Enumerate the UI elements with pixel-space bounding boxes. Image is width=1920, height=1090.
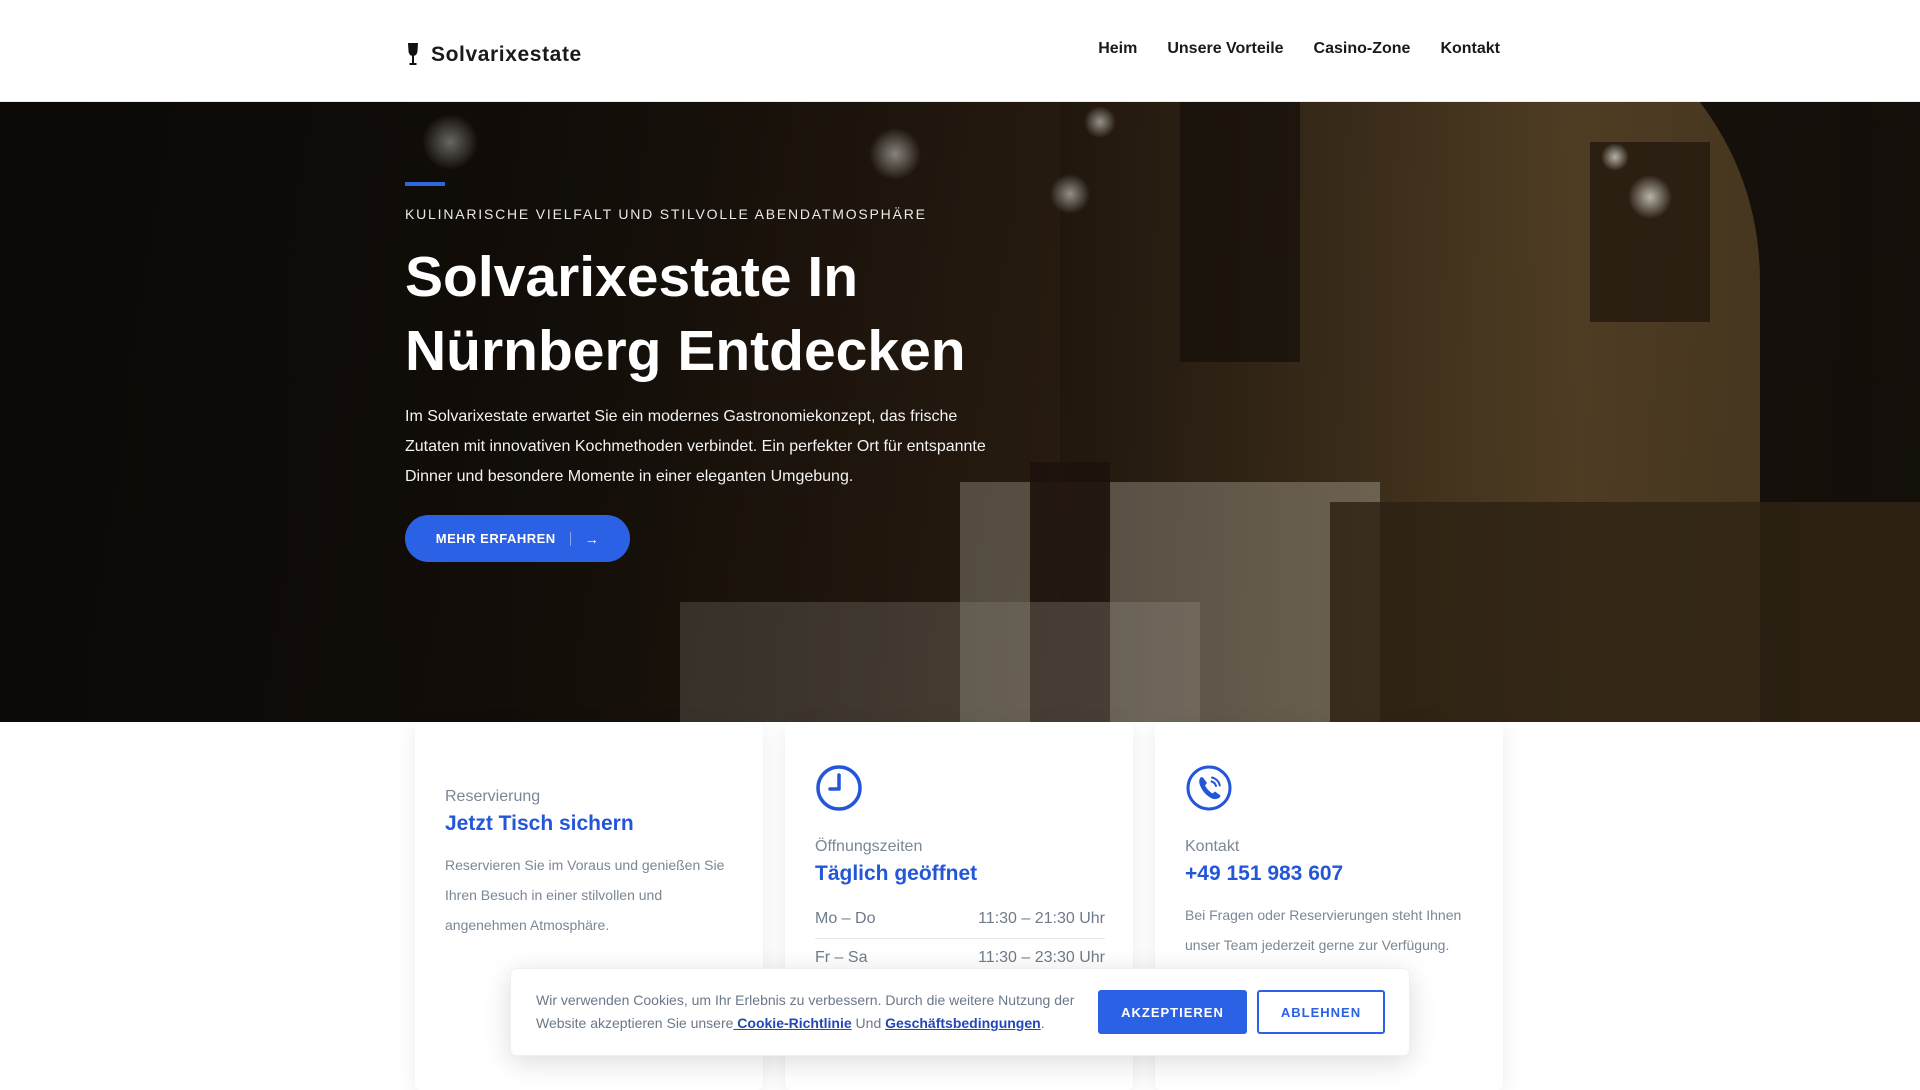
hero-kicker: KULINARISCHE VIELFALT UND STILVOLLE ABEN… <box>405 206 927 222</box>
reservation-label: Reservierung <box>445 788 541 805</box>
hours-time: 11:30 – 21:30 Uhr <box>978 910 1105 927</box>
contact-text: Bei Fragen oder Reservierungen steht Ihn… <box>1185 907 1462 953</box>
hours-time: 11:30 – 23:30 Uhr <box>978 949 1105 966</box>
reservation-heading[interactable]: Jetzt Tisch sichern <box>445 812 735 836</box>
brand-logo[interactable]: Solvarixestate <box>405 42 582 68</box>
wine-glass-icon <box>408 43 418 65</box>
opening-hours-label: Öffnungszeiten <box>815 838 923 855</box>
hours-row: Mo – Do 11:30 – 21:30 Uhr <box>815 900 1105 939</box>
opening-hours-heading: Täglich geöffnet <box>815 862 978 885</box>
terms-link[interactable]: Geschäftsbedingungen <box>885 1015 1041 1031</box>
hero-description: Im Solvarixestate erwartet Sie ein moder… <box>405 408 986 485</box>
main-nav: Heim Unsere Vorteile Casino-Zone Kontakt <box>1098 40 1500 58</box>
nav-link-contact[interactable]: Kontakt <box>1440 40 1500 58</box>
learn-more-button[interactable]: MEHR ERFAHREN → <box>405 515 630 562</box>
hero-section: KULINARISCHE VIELFALT UND STILVOLLE ABEN… <box>0 102 1920 722</box>
cookie-banner: Wir verwenden Cookies, um Ihr Erlebnis z… <box>510 968 1410 1056</box>
site-header: Solvarixestate Heim Unsere Vorteile Casi… <box>0 0 1920 102</box>
nav-link-benefits[interactable]: Unsere Vorteile <box>1167 40 1283 58</box>
hero-title: Solvarixestate In Nürnberg Entdecken <box>405 245 966 383</box>
hours-days: Fr – Sa <box>815 949 868 966</box>
decline-cookies-button[interactable]: ABLEHNEN <box>1257 990 1385 1034</box>
phone-icon <box>1186 765 1232 811</box>
cookie-policy-link[interactable]: Cookie-Richtlinie <box>733 1015 851 1031</box>
reservation-text: Reservieren Sie im Voraus und genießen S… <box>445 857 725 933</box>
brand-name: Solvarixestate <box>431 43 582 66</box>
contact-phone-link[interactable]: +49 151 983 607 <box>1185 862 1475 886</box>
hours-days: Mo – Do <box>815 910 876 927</box>
cookie-joiner: Und <box>851 1015 886 1031</box>
nav-link-home[interactable]: Heim <box>1098 40 1137 58</box>
contact-label: Kontakt <box>1185 838 1240 855</box>
arrow-right-icon: → <box>584 530 600 547</box>
button-divider <box>569 531 571 546</box>
cookie-message: Wir verwenden Cookies, um Ihr Erlebnis z… <box>536 989 1086 1035</box>
hero-accent-line <box>405 182 445 186</box>
learn-more-label: MEHR ERFAHREN <box>435 531 556 546</box>
hours-list: Mo – Do 11:30 – 21:30 Uhr Fr – Sa 11:30 … <box>815 900 1105 978</box>
cookie-text-end: . <box>1040 1015 1045 1031</box>
clock-icon <box>816 765 862 811</box>
accept-cookies-button[interactable]: AKZEPTIEREN <box>1098 990 1247 1034</box>
nav-link-casino-zone[interactable]: Casino-Zone <box>1314 40 1411 58</box>
